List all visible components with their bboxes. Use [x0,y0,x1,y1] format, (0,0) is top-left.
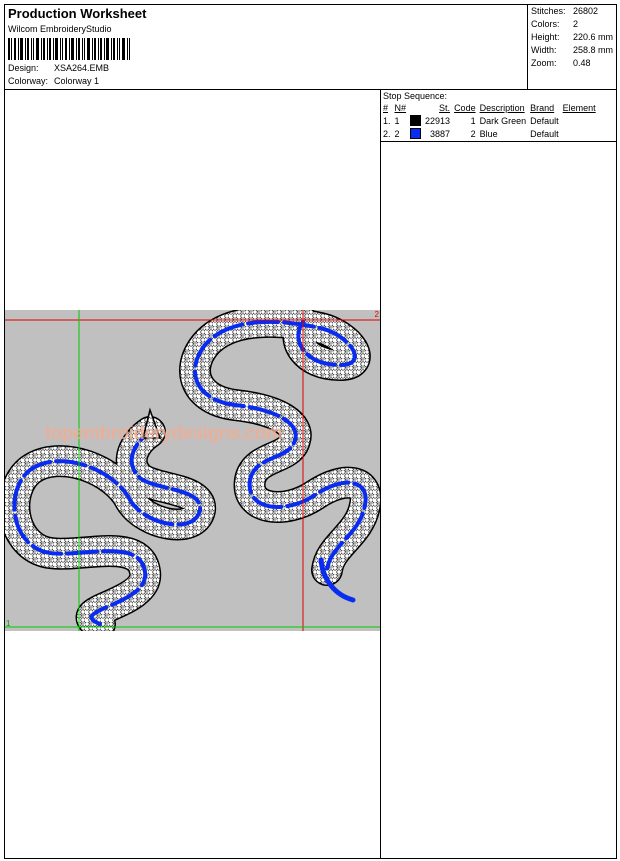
needle-number: 1 [394,115,400,126]
table-row: 1. 1 22913 1 Dark Green Default [381,114,598,127]
stitch-count: 3887 [430,128,451,139]
row-number: 1. [383,115,391,126]
thread-brand: Default [530,115,559,126]
needle-number: 2 [394,128,400,139]
watermark-text: topembroiderydesigns.com [45,423,283,444]
thread-code: 2 [470,128,476,139]
table-header-row: # N# St. Code Description Brand Element [381,101,598,114]
design-row: Design: XSA264.EMB [8,63,109,73]
stat-stitches: Stitches: 26802 [531,6,598,16]
color-swatch-cell [408,127,423,140]
stat-label: Width: [531,45,557,55]
thread-code: 1 [470,115,476,126]
color-swatch [410,115,422,127]
col-header-swatch [408,101,423,114]
design-preview: topembroiderydesigns.com 2 1 [5,310,380,631]
col-header: # [383,102,389,113]
design-label: Design: [8,63,39,73]
thread-description: Blue [479,128,498,139]
marker-1: 1 [6,619,11,628]
stat-zoom: Zoom: 0.48 [531,58,591,68]
color-swatch [410,128,422,140]
table-row: 2. 2 3887 2 Blue Default [381,127,598,140]
color-swatch-cell [408,114,423,127]
element-type [561,127,598,140]
col-header: Element [562,102,596,113]
software-name: Wilcom EmbroideryStudio [8,24,112,34]
stat-width: Width: 258.8 mm [531,45,613,55]
production-worksheet: Production Worksheet Wilcom EmbroiderySt… [4,4,617,859]
worksheet-header: Production Worksheet Wilcom EmbroiderySt… [5,5,616,90]
thread-brand: Default [530,128,559,139]
stat-label: Height: [531,32,560,42]
colorway-value: Colorway 1 [54,76,100,86]
stat-value: 26802 [573,6,599,16]
row-number: 2. [383,128,391,139]
stop-sequence-caption: Stop Sequence: [383,91,448,101]
right-snake [179,310,380,603]
stat-value: 258.8 mm [573,45,614,55]
colorway-row: Colorway: Colorway 1 [8,76,99,86]
col-header: Brand [530,102,555,113]
design-filename: XSA264.EMB [54,63,110,73]
stat-value: 220.6 mm [573,32,614,42]
element-type [561,114,598,127]
stitch-count: 22913 [425,115,451,126]
stat-label: Zoom: [531,58,557,68]
page-title: Production Worksheet [8,6,147,21]
design-stats: Stitches: 26802 Colors: 2 Height: 220.6 mm … [527,5,617,89]
snake-embroidery-design [5,310,380,631]
column-divider [380,89,381,858]
stop-sequence: Stop Sequence: # N# St. Code Description… [381,89,616,142]
col-header: St. [439,102,451,113]
col-header: N# [394,102,407,113]
col-header: Description [479,102,525,113]
stat-height: Height: 220.6 mm [531,32,613,42]
thread-description: Dark Green [479,115,527,126]
colorway-label: Colorway: [8,76,49,86]
stat-colors: Colors: 2 [531,19,578,29]
stat-value: 2 [573,19,579,29]
stat-value: 0.48 [573,58,591,68]
stat-label: Stitches: [531,6,566,16]
marker-2: 2 [374,310,379,319]
stat-label: Colors: [531,19,560,29]
stop-sequence-table: # N# St. Code Description Brand Element … [381,101,598,140]
barcode [8,38,130,60]
col-header: Code [454,102,476,113]
